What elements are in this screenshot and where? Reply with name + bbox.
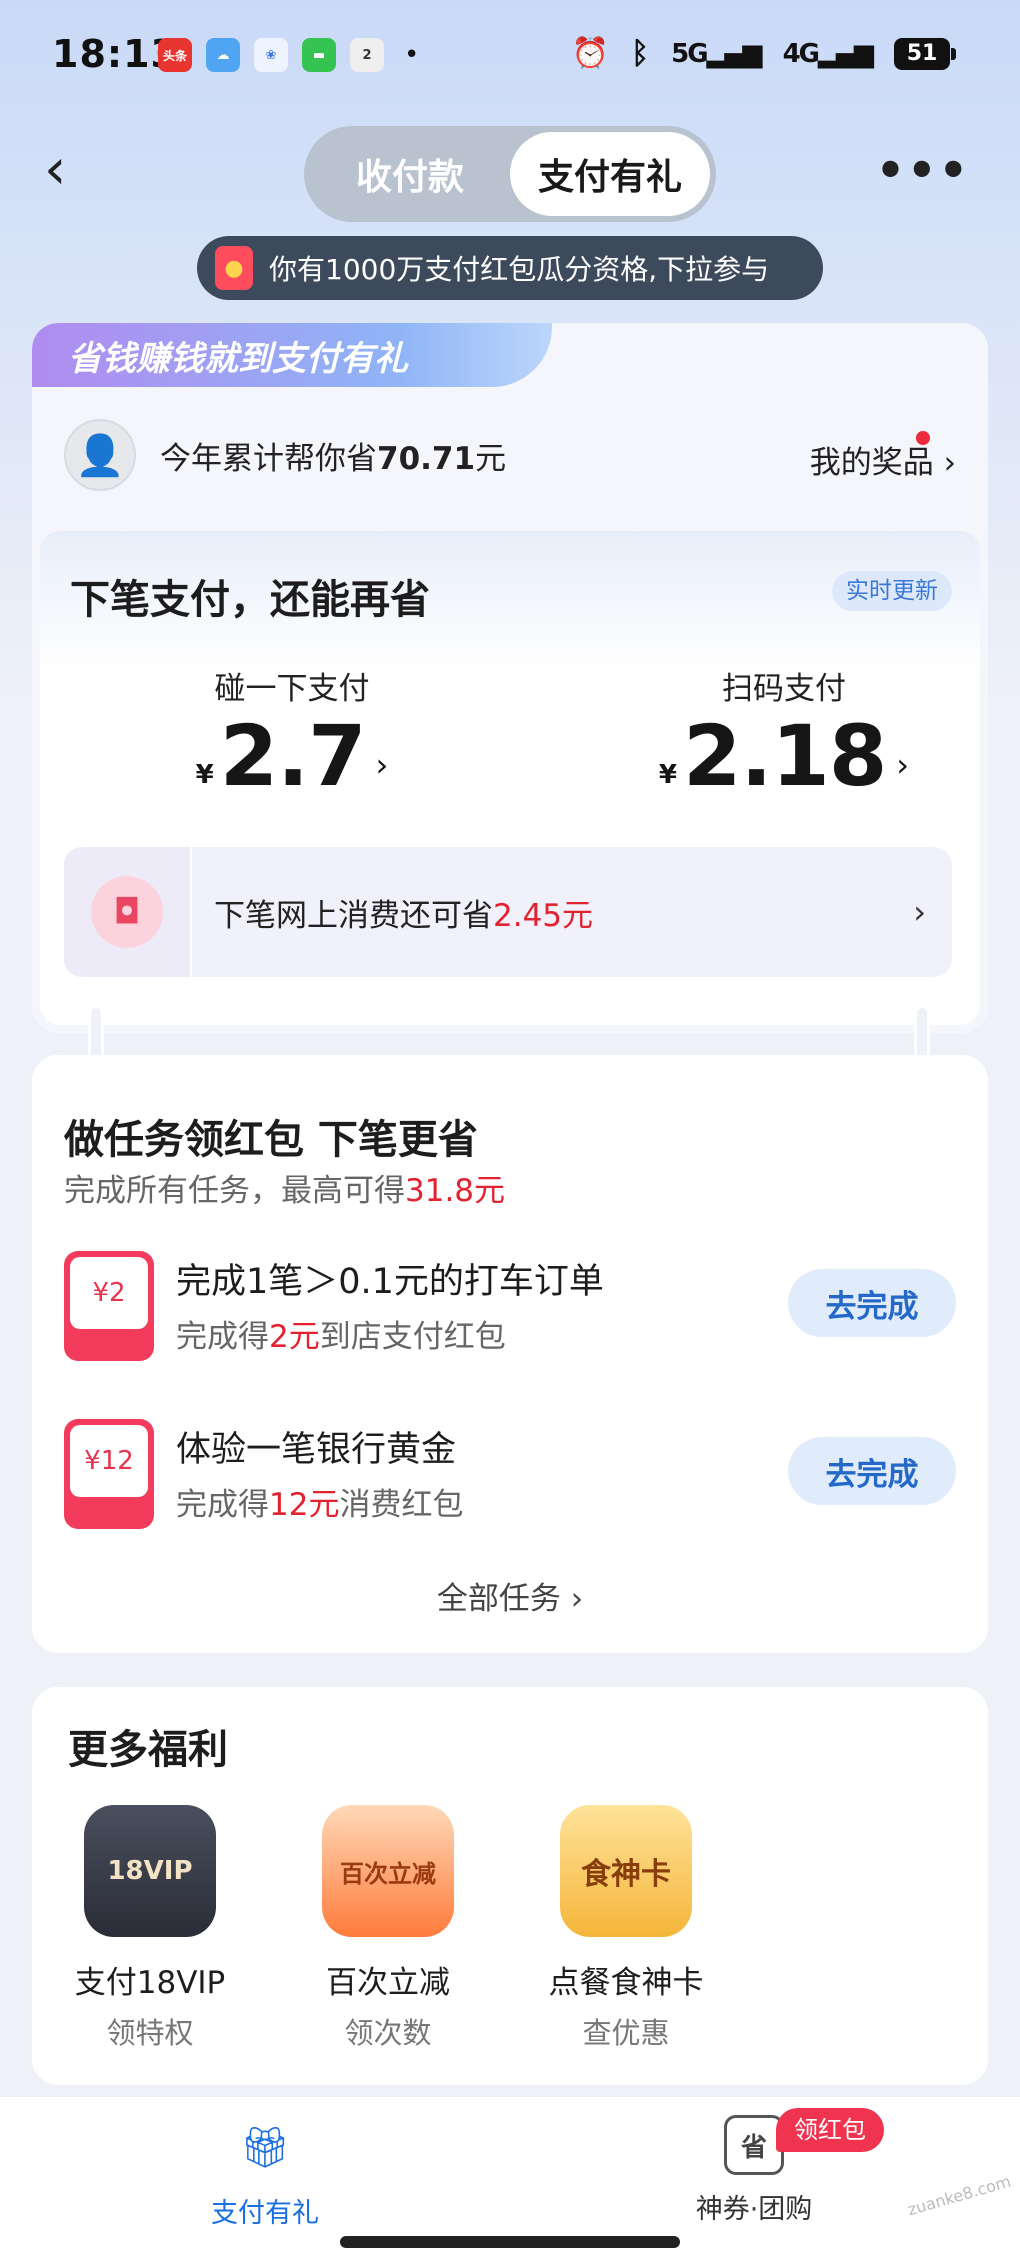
scan-pay-label: 扫码支付 (722, 671, 846, 707)
back-button[interactable]: ‹ (44, 140, 90, 200)
benefit-food-card[interactable]: 食神卡 点餐食神卡 查优惠 (536, 1805, 716, 2052)
currency-symbol: ¥ (195, 760, 214, 790)
task-title: 完成1笔＞0.1元的打车订单 (176, 1262, 604, 1302)
tasks-subtitle: 完成所有任务，最高可得31.8元 (64, 1173, 506, 1209)
currency-symbol: ¥ (658, 760, 678, 790)
alarm-icon: ⏰ (571, 36, 610, 71)
task-reward: 完成得2元到店支付红包 (176, 1319, 506, 1355)
notice-text: 你有1000万支付红包瓜分资格,下拉参与 (269, 253, 770, 286)
chevron-right-icon: › (375, 746, 389, 784)
ribbon-text: 省钱赚钱就到支付有礼 (68, 338, 408, 379)
coupon-icon: ¥2 (64, 1251, 154, 1361)
next-payment-panel: 下笔支付，还能再省 实时更新 碰一下支付 ¥ 2.7 › 扫码支付 ¥ 2.18… (40, 531, 980, 1025)
tap-pay-item[interactable]: 碰一下支付 ¥ 2.7 › (142, 663, 442, 798)
more-notifications-dot: • (404, 40, 420, 70)
savings-card: 省钱赚钱就到支付有礼 👤 今年累计帮你省70.71元 我的奖品 › 下笔支付，还… (32, 323, 988, 1033)
tasks-card: 做任务领红包 下笔更省 完成所有任务，最高可得31.8元 ¥2 完成1笔＞0.1… (32, 1055, 988, 1653)
bluetooth-icon: ᛒ (631, 36, 650, 71)
complete-task-button[interactable]: 去完成 (788, 1437, 956, 1505)
weather-app-icon: ☁ (206, 38, 240, 72)
tab-pay-gift-bottom[interactable]: 🎁︎ 支付有礼 (165, 2115, 365, 2230)
tap-pay-label: 碰一下支付 (214, 671, 370, 707)
more-options-icon[interactable]: ••• (876, 147, 970, 193)
tab-switcher: 收付款 支付有礼 (304, 126, 716, 222)
battery-icon: 51 (894, 37, 956, 70)
notice-banner[interactable]: ● 你有1000万支付红包瓜分资格,下拉参与 (197, 236, 823, 300)
saved-row: 👤 今年累计帮你省70.71元 我的奖品 › (64, 419, 956, 491)
complete-task-button[interactable]: 去完成 (788, 1269, 956, 1337)
tap-pay-value: 2.7 (219, 707, 367, 805)
online-saving-row[interactable]: ◘ 下笔网上消费还可省2.45元 › (64, 847, 952, 977)
benefit-18vip[interactable]: 18VIP 支付18VIP 领特权 (60, 1805, 240, 2052)
red-packet-badge[interactable]: 领红包 (776, 2108, 884, 2152)
gift-icon: 🎁︎ (239, 2124, 291, 2171)
signal-4g-icon: 4G▂▄▆ (782, 38, 874, 69)
avatar[interactable]: 👤 (64, 419, 136, 491)
red-packet-icon: ● (215, 246, 253, 290)
drive-app-icon: ❀ (254, 38, 288, 72)
home-indicator (340, 2236, 680, 2248)
chevron-right-icon: › (913, 893, 926, 931)
tab-pay-gift[interactable]: 支付有礼 (510, 132, 710, 216)
system-icons: ⏰ ᛒ 5G▂▄▆ 4G▂▄▆ 51 (571, 36, 956, 71)
tab-receive-pay[interactable]: 收付款 (310, 132, 510, 216)
save-coupon-icon: 省 (724, 2115, 784, 2175)
saved-text: 今年累计帮你省70.71元 (160, 440, 507, 477)
saved-amount: 70.71 (377, 440, 476, 477)
notification-icons: 头条 ☁ ❀ ▬ 2 • (158, 38, 419, 72)
my-prizes-link[interactable]: 我的奖品 › (810, 431, 956, 482)
toutiao-app-icon: 头条 (158, 38, 192, 72)
next-payment-title: 下笔支付，还能再省 (70, 577, 430, 623)
signal-5g-icon: 5G▂▄▆ (671, 38, 762, 69)
online-saving-text: 下笔网上消费还可省2.45元 (214, 897, 594, 934)
vip-icon: 18VIP (84, 1805, 216, 1937)
notification-dot (916, 431, 930, 445)
tasks-title: 做任务领红包 下笔更省 (64, 1117, 478, 1163)
all-tasks-link[interactable]: 全部任务 › (32, 1573, 988, 1618)
task-reward: 完成得12元消费红包 (176, 1487, 464, 1523)
badge-app-icon: 2 (350, 38, 384, 72)
task-item: ¥2 完成1笔＞0.1元的打车订单 完成得2元到店支付红包 去完成 (64, 1251, 956, 1361)
status-bar: 18:13 头条 ☁ ❀ ▬ 2 • ⏰ ᛒ 5G▂▄▆ 4G▂▄▆ 51 (0, 0, 1020, 115)
benefits-title: 更多福利 (68, 1727, 228, 1773)
savings-ribbon: 省钱赚钱就到支付有礼 (32, 323, 552, 387)
live-update-badge: 实时更新 (832, 571, 952, 611)
food-card-icon: 食神卡 (560, 1805, 692, 1937)
task-item: ¥12 体验一笔银行黄金 完成得12元消费红包 去完成 (64, 1419, 956, 1529)
shopping-bag-icon: ◘ (91, 876, 163, 948)
scan-pay-item[interactable]: 扫码支付 ¥ 2.18 › (634, 663, 934, 798)
scan-pay-value: 2.18 (683, 707, 887, 805)
discount-icon: 百次立减 (322, 1805, 454, 1937)
task-title: 体验一笔银行黄金 (176, 1430, 457, 1470)
benefits-card: 更多福利 18VIP 支付18VIP 领特权 百次立减 百次立减 领次数 食神卡… (32, 1687, 988, 2085)
coupon-icon: ¥12 (64, 1419, 154, 1529)
chevron-right-icon: › (896, 746, 910, 784)
messages-app-icon: ▬ (302, 38, 336, 72)
benefit-hundred-discount[interactable]: 百次立减 百次立减 领次数 (298, 1805, 478, 2052)
